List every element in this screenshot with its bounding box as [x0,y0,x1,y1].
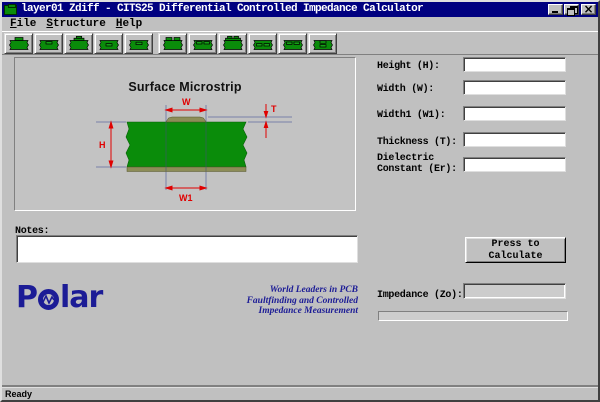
toolbar-button-diff-stripline[interactable] [248,33,277,54]
polar-logo: P lar [16,283,102,313]
calculate-button-line2: Calculate [488,251,542,262]
dim-h-label: H [99,140,106,150]
titlebar: layer01 Zdiff - CITS25 Differential Cont… [2,2,598,17]
dim-w1-label: W1 [179,193,193,203]
toolbar-button-diff-embedded-microstrip[interactable] [188,33,217,54]
broadside-coupled-stripline-icon [311,35,335,52]
restore-button[interactable] [564,4,579,15]
menu-item-help[interactable]: Help [111,18,147,31]
embedded-microstrip-icon [37,35,61,52]
toolbar-button-coated-microstrip[interactable] [64,33,93,54]
notes-textarea[interactable] [16,235,358,263]
menu-item-file[interactable]: File [5,18,41,31]
company-tagline: World Leaders in PCB Faultfinding and Co… [200,285,358,317]
diff-surface-microstrip-icon [161,35,185,52]
toolbar-button-diff-coated-microstrip[interactable] [218,33,247,54]
dielectric-constant-label: Dielectric Constant (Er): [377,153,467,175]
impedance-label: Impedance (Zo): [377,290,469,301]
statusbar: Ready [2,387,598,400]
diagram-title: Surface Microstrip [15,80,355,94]
close-button[interactable] [581,4,596,15]
tagline-line2: Faultfinding and Controlled [200,296,358,307]
toolbar-button-embedded-microstrip[interactable] [34,33,63,54]
width1-label: Width1 (W1): [377,110,467,121]
thickness-label: Thickness (T): [377,137,467,148]
dim-t-label: T [271,104,277,114]
logo-letter-p: P [16,283,37,313]
window-title: layer01 Zdiff - CITS25 Differential Cont… [21,2,547,17]
diff-offset-stripline-icon [281,35,305,52]
width-label: Width (W): [377,84,467,95]
width1-input[interactable] [463,106,566,121]
toolbar-button-stripline[interactable] [94,33,123,54]
height-label: Height (H): [377,61,467,72]
toolbar-button-offset-stripline[interactable] [124,33,153,54]
tagline-line1: World Leaders in PCB [200,285,358,296]
width-input[interactable] [463,80,566,95]
structure-diagram-panel: W T H W1 Surface Microstrip [14,57,356,211]
offset-stripline-icon [127,35,151,52]
progress-strip [378,311,568,321]
menubar: File Structure Help [2,17,598,31]
toolbar-button-broadside-coupled-stripline[interactable] [308,33,337,54]
polar-o-zigzag-icon [38,289,59,310]
tagline-line3: Impedance Measurement [200,306,358,317]
calculate-button[interactable]: Press to Calculate [465,237,566,263]
minimize-button[interactable] [548,4,563,15]
thickness-input[interactable] [463,132,566,147]
toolbar [2,31,598,55]
toolbar-button-diff-offset-stripline[interactable] [278,33,307,54]
logo-letters-lar: lar [60,283,102,313]
app-icon [4,5,17,15]
diff-embedded-microstrip-icon [191,35,215,52]
height-input[interactable] [463,57,566,72]
diff-stripline-icon [251,35,275,52]
stripline-icon [97,35,121,52]
toolbar-button-surface-microstrip[interactable] [4,33,33,54]
toolbar-button-diff-surface-microstrip[interactable] [158,33,187,54]
impedance-output[interactable] [463,283,566,299]
main-window: layer01 Zdiff - CITS25 Differential Cont… [0,0,600,402]
dielectric-constant-input[interactable] [463,157,566,172]
dim-w-label: W [182,97,191,107]
surface-microstrip-icon [7,35,31,52]
status-text: Ready [5,389,32,399]
diff-coated-microstrip-icon [221,35,245,52]
calculate-button-line1: Press to [491,239,539,250]
coated-microstrip-icon [67,35,91,52]
menu-item-structure[interactable]: Structure [41,18,110,31]
